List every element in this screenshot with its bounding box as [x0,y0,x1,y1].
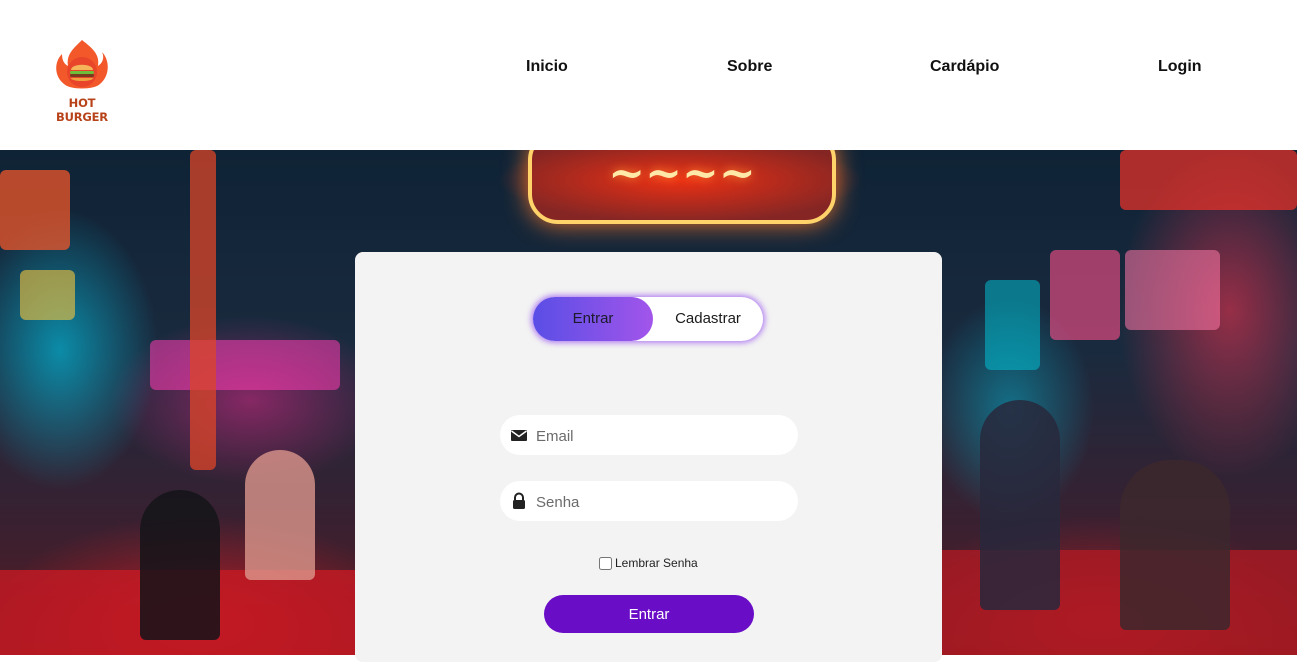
password-input[interactable] [534,481,788,523]
remember-password[interactable]: Lembrar Senha [599,556,698,570]
neon-panel-decoration [1125,250,1220,330]
nav-login[interactable]: Login [1158,58,1202,76]
neon-panel-decoration [1120,150,1297,210]
password-field [500,481,798,523]
neon-panel-decoration [1050,250,1120,340]
burger-flame-icon [56,40,108,89]
neon-sign-graphic: ~~~~ [608,150,756,199]
login-card: Entrar Cadastrar Lembrar Senha Entrar [355,252,942,662]
site-header: HOT BURGER Inicio Sobre Cardápio Login [0,0,1297,150]
hot-burger-logo[interactable]: HOT BURGER [44,36,120,124]
email-field [500,415,798,457]
neon-panel-decoration [150,340,340,390]
remember-checkbox[interactable] [599,556,612,570]
nav-cardapio[interactable]: Cardápio [930,58,999,76]
neon-panel-decoration [0,170,70,250]
nav-sobre[interactable]: Sobre [727,58,772,76]
nav-inicio[interactable]: Inicio [526,58,568,76]
pole-decoration [190,150,216,470]
login-submit-button[interactable]: Entrar [544,595,754,633]
logo-text: HOT BURGER [56,96,108,124]
person-silhouette-decoration [245,450,315,580]
remember-label: Lembrar Senha [615,556,698,570]
neon-sign-decoration: ~~~~ [528,150,836,224]
neon-panel-decoration [20,270,75,320]
neon-panel-decoration [985,280,1040,370]
person-silhouette-decoration [1120,460,1230,630]
envelope-icon [511,430,527,441]
auth-mode-toggle: Entrar Cadastrar [533,297,763,341]
email-input[interactable] [534,415,788,457]
person-silhouette-decoration [980,400,1060,610]
lock-icon [513,492,525,509]
person-silhouette-decoration [140,490,220,640]
tab-entrar[interactable]: Entrar [533,297,653,341]
tab-cadastrar[interactable]: Cadastrar [653,297,763,341]
